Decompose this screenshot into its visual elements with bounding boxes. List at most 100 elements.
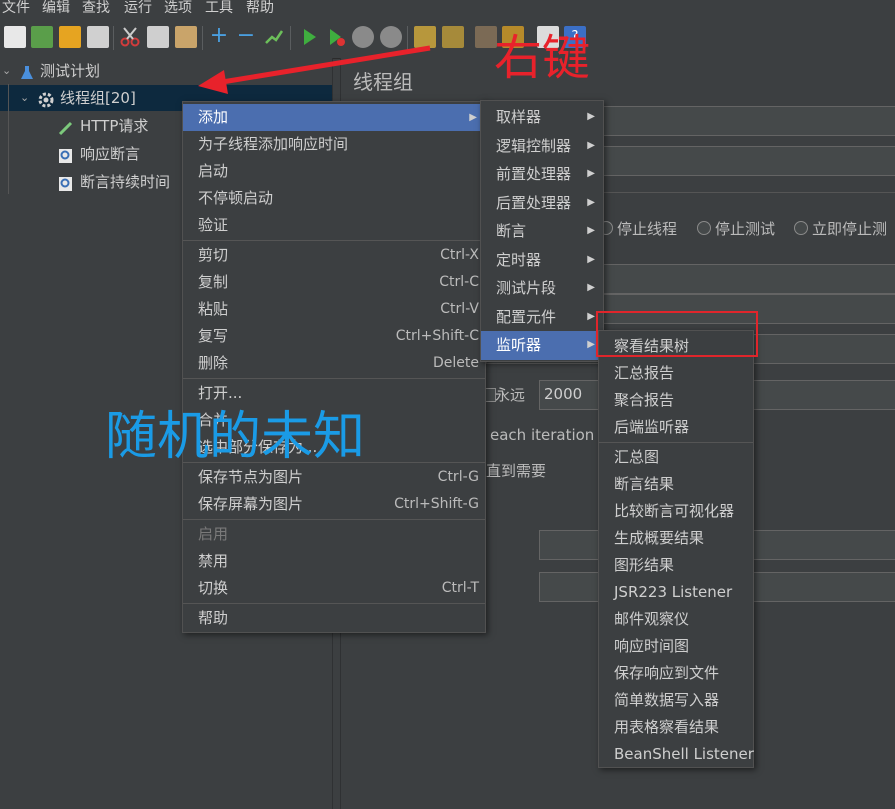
context-menu-item[interactable]: 复制 Ctrl-C [183, 269, 485, 296]
context-menu-item-label: 帮助 [198, 609, 229, 627]
chevron-down-icon[interactable]: ⌄ [2, 58, 11, 84]
context-menu-item[interactable]: 删除 Delete [183, 350, 485, 377]
add-submenu-item-label: 后置处理器 [496, 193, 572, 212]
add-submenu-item-label: 测试片段 [496, 279, 557, 297]
cut-icon[interactable] [119, 26, 141, 48]
menu-search[interactable]: 查找 [82, 0, 110, 17]
add-submenu-item-label: 监听器 [496, 336, 542, 354]
magnifier-icon [58, 174, 74, 191]
save-icon[interactable] [87, 26, 109, 48]
menu-bar: 文件 编辑 查找 运行 选项 工具 帮助 [0, 0, 895, 18]
listener-submenu-item-label: 汇总报告 [614, 364, 675, 382]
context-menu-item[interactable]: 为子线程添加响应时间 [183, 131, 485, 158]
menu-run[interactable]: 运行 [124, 0, 152, 17]
add-submenu-item-label: 前置处理器 [496, 165, 572, 183]
listener-submenu: 察看结果树 汇总报告 聚合报告 后端监听器 汇总图 断言结果 比较断言可视化器 生成概要结果图… [598, 330, 754, 768]
listener-submenu-item[interactable]: 简单数据写入器 [599, 687, 753, 714]
listener-submenu-item[interactable]: 用表格察看结果 [599, 714, 753, 741]
submenu-arrow-icon: ▶ [469, 112, 477, 123]
listener-submenu-item[interactable]: BeanShell Listener [599, 741, 754, 768]
context-menu-item-label: 切换 [198, 579, 229, 597]
radio-label: 停止测试 [715, 220, 776, 238]
add-submenu-item[interactable]: 断言 ▶ [481, 217, 603, 246]
menu-separator [183, 240, 485, 241]
listener-submenu-item[interactable]: 汇总图 [599, 444, 753, 471]
context-menu-item[interactable]: 不停顿启动 [183, 185, 485, 212]
add-submenu-item[interactable]: 配置元件 ▶ [481, 303, 603, 332]
context-menu: 添加 ▶ 为子线程添加响应时间 启动 不停顿启动 验证 剪切 Ctrl-X 复制 Ctrl-C 粘贴… [182, 101, 486, 633]
clear-all-icon[interactable] [442, 26, 464, 48]
listener-submenu-item-label: 断言结果 [614, 475, 675, 493]
copy-icon[interactable] [147, 26, 169, 48]
context-menu-item[interactable]: 粘贴 Ctrl-V [183, 296, 485, 323]
listener-submenu-item[interactable]: 汇总报告 [599, 360, 753, 387]
listener-submenu-item[interactable]: 聚合报告 [599, 387, 753, 414]
radio-label: 停止线程 [617, 220, 678, 238]
add-submenu-item[interactable]: 测试片段 ▶ [481, 274, 603, 303]
context-menu-item[interactable]: 保存屏幕为图片 Ctrl+Shift-G [183, 491, 485, 518]
menu-separator [599, 442, 753, 443]
add-submenu-item[interactable]: 定时器 ▶ [481, 246, 603, 275]
add-submenu-item[interactable]: 取样器 ▶ [481, 103, 603, 132]
context-menu-item-label: 剪切 [198, 246, 229, 264]
listener-submenu-item[interactable]: 生成概要结果 [599, 525, 753, 552]
listener-submenu-item-label: 比较断言可视化器 [614, 502, 735, 520]
listener-submenu-item[interactable]: 后端监听器 [599, 414, 753, 441]
shortcut-label: Ctrl-X [440, 247, 479, 263]
listener-submenu-item[interactable]: 比较断言可视化器 [599, 498, 753, 525]
tree-node-label: 测试计划 [40, 62, 101, 80]
listener-submenu-item[interactable]: 断言结果 [599, 471, 753, 498]
context-menu-item[interactable]: 禁用 [183, 548, 485, 575]
menu-options[interactable]: 选项 [164, 0, 192, 17]
right-click-annotation: 右键 [494, 30, 591, 86]
menu-help[interactable]: 帮助 [246, 0, 274, 17]
context-menu-item-label: 粘贴 [198, 300, 229, 318]
listener-submenu-item[interactable]: 图形结果 [599, 552, 753, 579]
add-submenu-item-label: 取样器 [496, 108, 542, 126]
listener-submenu-item[interactable]: JSR223 Listener [599, 579, 753, 606]
tree-guide-line [8, 84, 9, 194]
new-icon[interactable] [4, 26, 26, 48]
shortcut-label: Ctrl-C [439, 274, 479, 290]
menu-edit[interactable]: 编辑 [42, 0, 70, 17]
context-menu-item[interactable]: 帮助 [183, 605, 485, 632]
open-icon[interactable] [59, 26, 81, 48]
context-menu-item[interactable]: 启动 [183, 158, 485, 185]
add-submenu-item[interactable]: 后置处理器 ▶ [481, 189, 603, 218]
context-menu-item[interactable]: 启用 [183, 521, 485, 548]
toolbar: + − ? [0, 18, 895, 59]
context-menu-item-label: 验证 [198, 216, 229, 234]
chevron-down-icon[interactable]: ⌄ [20, 85, 29, 111]
listener-submenu-item-label: 保存响应到文件 [614, 664, 720, 682]
magnifier-icon [58, 146, 74, 163]
menu-separator [183, 519, 485, 520]
radio-stop-test-now[interactable] [794, 221, 808, 235]
add-submenu-item[interactable]: 监听器 ▶ [481, 331, 603, 360]
menu-file[interactable]: 文件 [2, 0, 30, 17]
listener-submenu-item-label: 后端监听器 [614, 418, 690, 436]
pipette-icon [58, 118, 74, 136]
listener-submenu-item-label: JSR223 Listener [614, 583, 733, 601]
context-menu-item[interactable]: 添加 ▶ [183, 104, 485, 131]
listener-submenu-item[interactable]: 响应时间图 [599, 633, 753, 660]
context-menu-item[interactable]: 打开... [183, 380, 485, 407]
add-submenu-item[interactable]: 逻辑控制器 ▶ [481, 132, 603, 161]
context-menu-item-label: 启动 [198, 162, 229, 180]
radio-label: 立即停止测 [812, 220, 888, 238]
add-submenu-item[interactable]: 前置处理器 ▶ [481, 160, 603, 189]
shortcut-label: Ctrl+Shift-C [395, 328, 479, 344]
delay-until-needed-label: 直到需要 [486, 462, 547, 480]
submenu-arrow-icon: ▶ [587, 339, 595, 350]
radio-stop-test[interactable] [697, 221, 711, 235]
context-menu-item[interactable]: 复写 Ctrl+Shift-C [183, 323, 485, 350]
context-menu-item[interactable]: 切换 Ctrl-T [183, 575, 485, 602]
menu-tools[interactable]: 工具 [205, 0, 233, 17]
templates-icon[interactable] [31, 26, 53, 48]
forever-label: 永远 [495, 386, 526, 404]
context-menu-item[interactable]: 验证 [183, 212, 485, 239]
listener-submenu-item[interactable]: 保存响应到文件 [599, 660, 753, 687]
context-menu-item-label: 打开... [198, 384, 243, 402]
context-menu-item[interactable]: 剪切 Ctrl-X [183, 242, 485, 269]
listener-submenu-item[interactable]: 邮件观察仪 [599, 606, 753, 633]
context-menu-item-label: 不停顿启动 [198, 189, 274, 207]
